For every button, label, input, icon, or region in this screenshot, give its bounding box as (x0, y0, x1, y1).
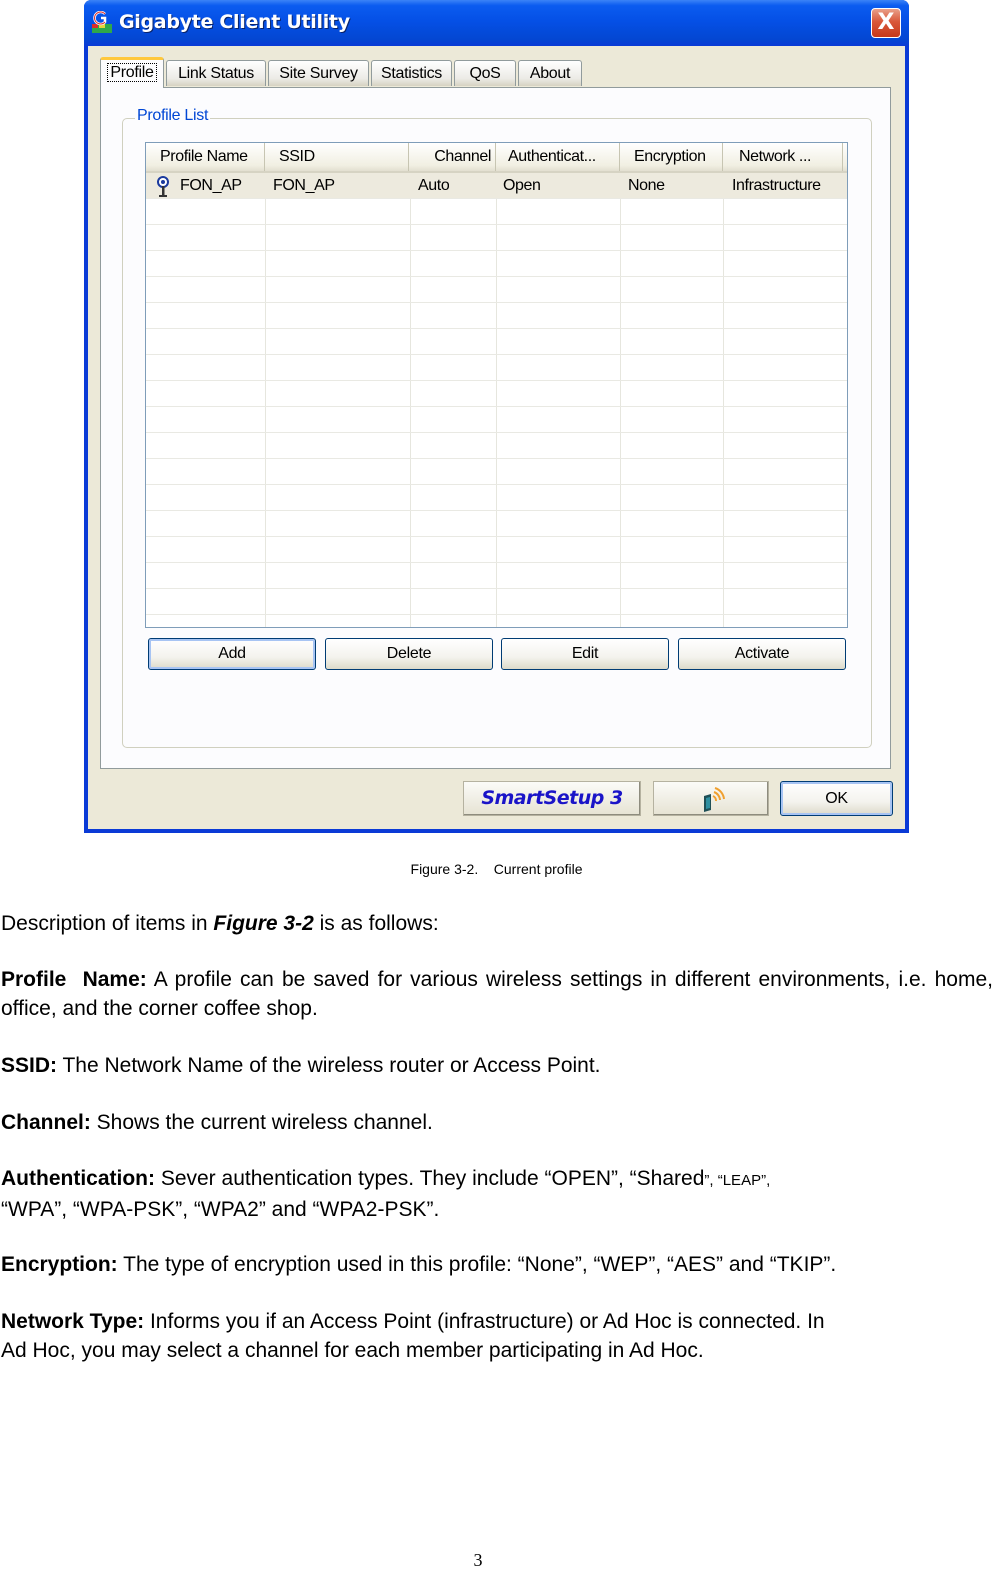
column-header-channel[interactable]: Channel (409, 143, 496, 171)
ok-button[interactable]: OK (780, 781, 893, 816)
table-row[interactable]: FON_AP FON_AP Auto Open None Infrastruct… (146, 173, 847, 199)
empty-table-row (146, 225, 847, 251)
empty-table-row (146, 251, 847, 277)
term-network-type: Network Type: (1, 1310, 145, 1333)
profile-list-table[interactable]: Profile Name SSID Channel Authenticat...… (145, 142, 848, 628)
column-header-ssid[interactable]: SSID (265, 143, 409, 171)
column-header-network[interactable]: Network ... (723, 143, 843, 171)
definition-authentication-cont: “WPA”, “WPA-PSK”, “WPA2” and “WPA2-PSK”. (1, 1198, 440, 1221)
empty-table-row (146, 589, 847, 615)
definition-ssid: The Network Name of the wireless router … (57, 1054, 601, 1077)
page-number: 3 (473, 1550, 483, 1570)
tab-about[interactable]: About (518, 60, 582, 86)
cell-ssid: FON_AP (273, 177, 335, 194)
tab-label: Profile (107, 63, 157, 82)
empty-table-row (146, 329, 847, 355)
definition-authentication: Sever authentication types. They include… (154, 1167, 705, 1190)
tab-statistics[interactable]: Statistics (371, 60, 452, 86)
term-authentication: Authentication: (1, 1167, 155, 1190)
column-header-encryption[interactable]: Encryption (620, 143, 723, 171)
gigabyte-client-utility-window: Gigabyte Client Utility X Profile Link S… (84, 0, 909, 833)
empty-table-row (146, 485, 847, 511)
edit-button[interactable]: Edit (501, 638, 669, 670)
intro-text: Description of items in (1, 912, 214, 935)
empty-table-row (146, 381, 847, 407)
empty-table-row (146, 537, 847, 563)
wireless-card-icon (704, 787, 725, 812)
profile-list-label: Profile List (135, 107, 211, 125)
empty-table-row (146, 511, 847, 537)
intro-text-end: is as follows: (313, 912, 439, 935)
tab-profile[interactable]: Profile (100, 57, 164, 88)
definition-network-type-cont: Ad Hoc, you may select a channel for eac… (1, 1339, 704, 1362)
empty-table-row (146, 303, 847, 329)
definition-channel: Shows the current wireless channel. (90, 1111, 433, 1134)
empty-table-row (146, 355, 847, 381)
definition-authentication-small: ”, “LEAP”, (704, 1172, 771, 1189)
wireless-card-button[interactable] (653, 781, 769, 816)
definition-profile-name: A profile can be saved for various wirel… (1, 968, 993, 1020)
profile-tab-panel: Profile List Profile Name SSID Channel A… (100, 87, 891, 769)
window-title: Gigabyte Client Utility (119, 11, 350, 33)
network-type-description: Network Type: Informs you if an Access P… (1, 1307, 993, 1365)
ssid-description: SSID: The Network Name of the wireless r… (1, 1051, 993, 1080)
empty-table-row (146, 407, 847, 433)
empty-table-row (146, 277, 847, 303)
cell-network: Infrastructure (732, 177, 821, 194)
cell-channel: Auto (418, 177, 450, 194)
tab-link-status[interactable]: Link Status (166, 60, 266, 86)
term-channel: Channel: (1, 1111, 91, 1134)
delete-button[interactable]: Delete (325, 638, 493, 670)
cell-authentication: Open (503, 177, 541, 194)
empty-table-row (146, 459, 847, 485)
empty-table-row (146, 199, 847, 225)
column-header-profile-name[interactable]: Profile Name (146, 143, 265, 171)
encryption-description: Encryption: The type of encryption used … (1, 1250, 993, 1279)
channel-description: Channel: Shows the current wireless chan… (1, 1108, 993, 1137)
definition-network-type: Informs you if an Access Point (infrastr… (144, 1310, 825, 1333)
empty-table-row (146, 433, 847, 459)
title-bar[interactable]: Gigabyte Client Utility X (84, 0, 909, 46)
definition-encryption: The type of encryption used in this prof… (117, 1253, 837, 1276)
smartsetup-button[interactable]: SmartSetup 3 (463, 781, 641, 816)
authentication-description: Authentication: Sever authentication typ… (1, 1164, 993, 1224)
tab-site-survey[interactable]: Site Survey (268, 60, 369, 86)
profile-name-description: Profile Name: A profile can be saved for… (1, 965, 993, 1023)
close-button[interactable]: X (871, 8, 901, 38)
term-profile-name: Profile Name: (1, 968, 147, 991)
empty-table-row (146, 563, 847, 589)
term-encryption: Encryption: (1, 1253, 118, 1276)
cell-profile-name: FON_AP (180, 177, 242, 194)
window-client-area: Profile Link Status Site Survey Statisti… (88, 46, 905, 829)
intro-paragraph: Description of items in Figure 3-2 is as… (1, 909, 993, 938)
term-ssid: SSID: (1, 1054, 58, 1077)
column-header-authentication[interactable]: Authenticat... (496, 143, 620, 171)
access-point-icon (157, 176, 169, 197)
figure-caption: Figure 3-2. Current profile (410, 861, 583, 877)
profile-list-group: Profile List Profile Name SSID Channel A… (122, 107, 872, 748)
gigabyte-logo-icon (92, 11, 112, 33)
tab-qos[interactable]: QoS (454, 60, 516, 86)
cell-encryption: None (628, 177, 665, 194)
figure-reference: Figure 3-2 (213, 912, 314, 935)
add-button[interactable]: Add (148, 638, 316, 670)
activate-button[interactable]: Activate (678, 638, 846, 670)
table-header: Profile Name SSID Channel Authenticat...… (146, 143, 847, 173)
